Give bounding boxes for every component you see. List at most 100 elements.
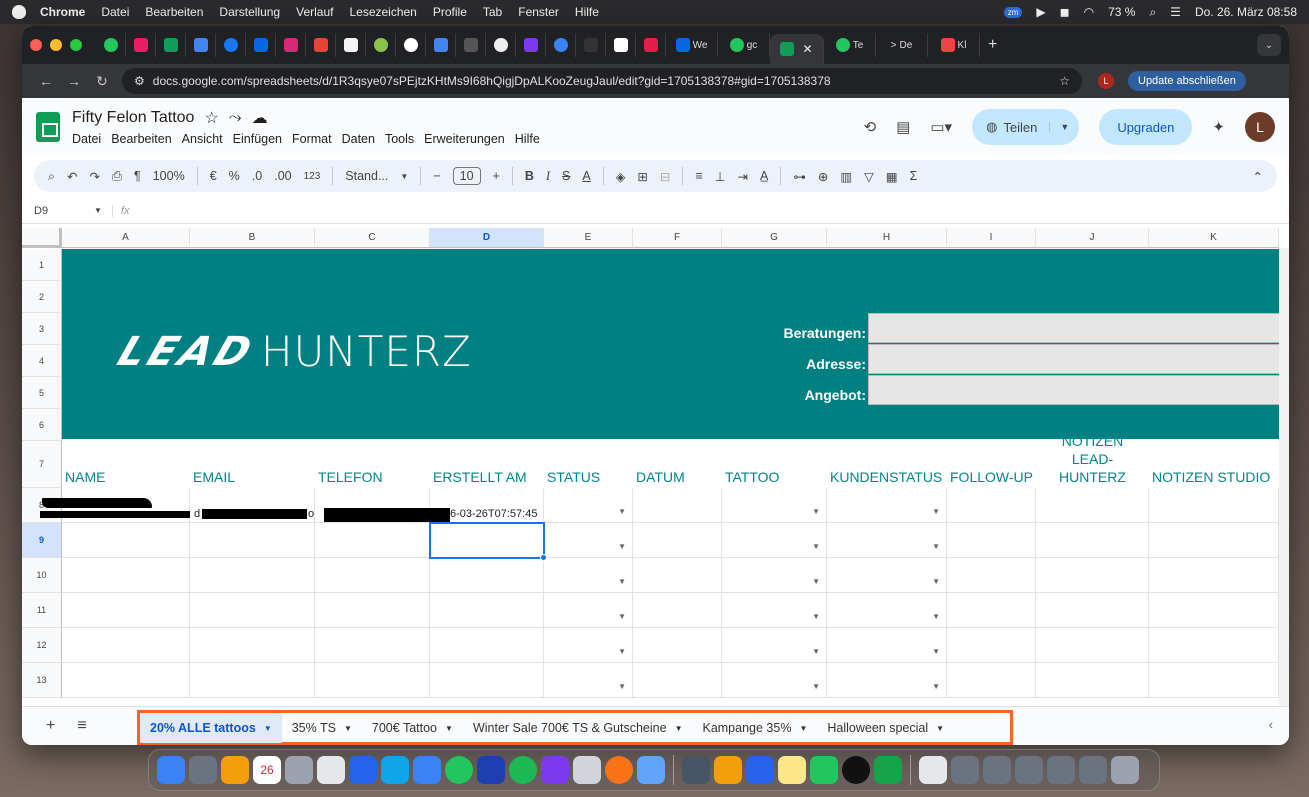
upgrade-button[interactable]: Upgraden: [1099, 109, 1193, 145]
spotlight-icon[interactable]: ⌕: [1149, 5, 1156, 20]
table-cell[interactable]: [62, 663, 190, 698]
menu-item[interactable]: Tab: [483, 5, 502, 19]
pinned-tab[interactable]: [366, 33, 396, 57]
header-name[interactable]: NAME: [62, 468, 105, 486]
angebot-field[interactable]: [868, 375, 1289, 405]
pinned-tab[interactable]: [306, 33, 336, 57]
percent-format-button[interactable]: %: [229, 169, 240, 183]
merge-cells-icon[interactable]: ⊟: [660, 169, 670, 184]
app-store-icon[interactable]: [381, 756, 409, 784]
row-header-4[interactable]: 4: [22, 345, 62, 377]
document-icon[interactable]: [919, 756, 947, 784]
table-cell[interactable]: ▼: [544, 558, 633, 593]
chevron-down-icon[interactable]: ▼: [936, 724, 944, 733]
pinned-tab[interactable]: [96, 33, 126, 57]
cell-dropdown-icon[interactable]: ▼: [812, 647, 820, 656]
header-telefon[interactable]: TELEFON: [315, 468, 383, 486]
column-header-a[interactable]: A: [62, 228, 190, 248]
font-size-input[interactable]: 10: [452, 167, 481, 185]
table-cell[interactable]: [633, 628, 722, 663]
cell-dropdown-icon[interactable]: ▼: [618, 542, 626, 551]
clock[interactable]: Do. 26. März 08:58: [1195, 5, 1297, 19]
adresse-field[interactable]: [868, 344, 1289, 374]
window-thumbnail[interactable]: [951, 756, 979, 784]
menu-tools[interactable]: Tools: [385, 132, 414, 146]
header-notizen-studio[interactable]: NOTIZEN STUDIO: [1149, 468, 1270, 486]
cell-dropdown-icon[interactable]: ▼: [618, 577, 626, 586]
doc-title[interactable]: Fifty Felon Tattoo: [72, 109, 194, 127]
battery-status[interactable]: 73 %: [1108, 5, 1135, 19]
table-cell[interactable]: [633, 488, 722, 523]
table-cell[interactable]: ▼: [544, 593, 633, 628]
url-text[interactable]: docs.google.com/spreadsheets/d/1R3qsye07…: [153, 74, 831, 88]
user-avatar[interactable]: L: [1245, 112, 1275, 142]
row-header-11[interactable]: 11: [22, 593, 62, 628]
apple-icon[interactable]: [12, 5, 26, 19]
cell-dropdown-icon[interactable]: ▼: [932, 612, 940, 621]
row-header-12[interactable]: 12: [22, 628, 62, 663]
new-tab-button[interactable]: +: [988, 36, 997, 54]
header-status[interactable]: STATUS: [544, 468, 600, 486]
table-cell[interactable]: ▼: [827, 488, 947, 523]
header-email[interactable]: EMAIL: [190, 468, 235, 486]
pinned-tab[interactable]: [486, 33, 516, 57]
cell-dropdown-icon[interactable]: ▼: [812, 612, 820, 621]
vertical-scrollbar[interactable]: [1279, 248, 1289, 706]
paint-format-icon[interactable]: ¶: [134, 169, 141, 183]
forward-arrow-icon[interactable]: →: [60, 73, 88, 89]
table-cell[interactable]: [62, 523, 190, 558]
beratungen-field[interactable]: [868, 313, 1289, 343]
table-cell[interactable]: [947, 663, 1036, 698]
vertical-align-icon[interactable]: ⊥: [715, 169, 726, 184]
header-follow-up[interactable]: FOLLOW-UP: [947, 468, 1033, 486]
spotify-icon[interactable]: [509, 756, 537, 784]
update-button[interactable]: Update abschließen: [1128, 71, 1246, 91]
menu-hilfe[interactable]: Hilfe: [515, 132, 540, 146]
filter-views-icon[interactable]: ▦: [886, 169, 898, 184]
menu-datei[interactable]: Datei: [72, 132, 101, 146]
row-header-10[interactable]: 10: [22, 558, 62, 593]
header-datum[interactable]: DATUM: [633, 468, 685, 486]
zoom-status-icon[interactable]: zm: [1003, 6, 1023, 18]
car-icon[interactable]: ◼: [1060, 5, 1070, 19]
search-menus-icon[interactable]: ⌕: [48, 169, 55, 184]
profile-avatar[interactable]: L: [1098, 73, 1114, 89]
table-cell[interactable]: [633, 663, 722, 698]
table-cell[interactable]: [1149, 488, 1279, 523]
app-icon[interactable]: [842, 756, 870, 784]
row-header-5[interactable]: 5: [22, 377, 62, 409]
control-center-icon[interactable]: ☰: [1170, 5, 1181, 19]
browser-tab[interactable]: Te: [824, 33, 876, 57]
menu-erweiterungen[interactable]: Erweiterungen: [424, 132, 505, 146]
all-sheets-menu-icon[interactable]: ≡: [77, 717, 86, 735]
decrease-decimal-button[interactable]: .0: [252, 169, 262, 183]
italic-button[interactable]: I: [546, 169, 550, 184]
row-header-3[interactable]: 3: [22, 313, 62, 345]
menu-item[interactable]: Verlauf: [296, 5, 333, 19]
table-cell[interactable]: [190, 663, 315, 698]
column-header-f[interactable]: F: [633, 228, 722, 248]
chevron-down-icon[interactable]: ▼: [675, 724, 683, 733]
selected-cell-d9[interactable]: [429, 522, 545, 559]
borders-icon[interactable]: ⊞: [637, 169, 647, 184]
table-cell[interactable]: [430, 663, 544, 698]
menu-item[interactable]: Hilfe: [575, 5, 599, 19]
menu-item[interactable]: Profile: [433, 5, 467, 19]
pinned-tab[interactable]: [216, 33, 246, 57]
table-cell[interactable]: [315, 628, 430, 663]
minimize-window-button[interactable]: [50, 39, 62, 51]
sheet-tab[interactable]: 700€ Tattoo ▼: [362, 713, 463, 743]
pinned-tab[interactable]: [396, 33, 426, 57]
table-cell[interactable]: ▼: [827, 663, 947, 698]
sheets-logo-icon[interactable]: [36, 112, 60, 142]
cell-dropdown-icon[interactable]: ▼: [812, 682, 820, 691]
table-cell[interactable]: [430, 558, 544, 593]
column-header-g[interactable]: G: [722, 228, 827, 248]
column-header-k[interactable]: K: [1149, 228, 1279, 248]
table-cell[interactable]: [315, 523, 430, 558]
row-header-9[interactable]: 9: [22, 523, 62, 558]
select-all-corner[interactable]: [22, 228, 62, 248]
table-cell[interactable]: [633, 558, 722, 593]
cell-dropdown-icon[interactable]: ▼: [618, 507, 626, 516]
vpn-icon[interactable]: [477, 756, 505, 784]
